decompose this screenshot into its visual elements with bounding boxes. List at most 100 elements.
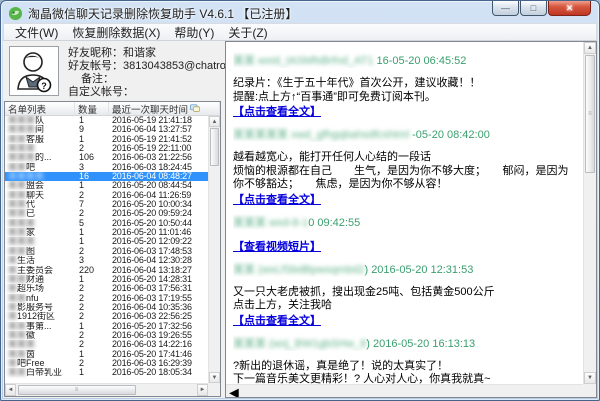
menu-about[interactable]: 关于(Z) [221,23,274,42]
contact-name: 某某事第... [5,322,75,331]
message-header: 某某某 (wxj_BW1gbSHw_8) 2016-05-20 16:13:13 [233,335,576,351]
chat-message: 某某某某某 xwd_gfhgqbahsdfcshtml -05-20 08:42… [233,126,576,207]
column-header-count[interactable]: 数量 [75,102,109,115]
list-row[interactable]: 某某徽22016-06-03 19:26:55 [5,331,208,340]
list-row[interactable]: 某某茵12016-05-20 17:41:46 [5,350,208,359]
contact-list-header: 名单列表 数量 最近一次聊天时间 [5,102,220,116]
nickname-row: 好友昵称：和谐家 [68,47,241,60]
scroll-up-icon[interactable]: ▲ [584,42,596,54]
contact-hscroll-thumb[interactable]: ≡ [18,385,136,395]
close-button[interactable]: ✕ [548,1,591,16]
list-row[interactable]: 某某盟会12016-05-20 08:44:54 [5,181,208,190]
scroll-right-icon[interactable]: ► [197,384,208,396]
list-row[interactable]: 某某某22016-06-03 14:22:16 [5,340,208,349]
scrollbar-corner [583,384,596,397]
custom-account-row: 自定义帐号： [68,86,241,99]
scroll-down-icon[interactable]: ▼ [209,372,220,383]
contact-last-chat-time: 2016-06-03 17:56:31 [109,284,208,293]
contact-vertical-scrollbar[interactable]: ▲ ▼ [208,116,220,383]
chat-horizontal-scrollbar[interactable]: ◄ ≡ ► [226,384,583,397]
contact-name: 某1912街区 [5,312,75,321]
contact-name: 某某家 [5,228,75,237]
app-logo-icon [8,6,23,21]
window-controls: — □ ✕ [491,1,591,16]
list-row[interactable]: 某某吧32016-06-03 18:24:45 [5,163,208,172]
contact-vscroll-thumb[interactable] [210,128,219,166]
contact-last-chat-time: 2016-06-03 18:24:45 [109,163,208,172]
contact-name: 某某nfu [5,294,75,303]
message-header: 某某某 wxd-8-10 09:42:55 [233,214,576,230]
list-row[interactable]: 某某某52016-05-20 10:50:44 [5,219,208,228]
contact-name: 某某徽 [5,331,75,340]
list-row[interactable]: 某某白帝乳业12016-05-20 18:05:34 [5,368,208,377]
list-row[interactable]: 某某事第...12016-05-20 17:32:56 [5,322,208,331]
list-row[interactable]: 某某聊天22016-06-04 11:26:59 [5,191,208,200]
view-full-text-link[interactable]: 【点击查看全文】 [233,314,321,328]
contact-last-chat-time: 2016-05-20 14:28:31 [109,275,208,284]
contact-horizontal-scrollbar[interactable]: ◄ ≡ ► [5,383,208,396]
menu-recover-deleted-data[interactable]: 恢复删除数据(X) [65,23,167,42]
list-row[interactable]: 某1912街区22016-06-03 22:56:25 [5,312,208,321]
list-row[interactable]: 某某代72016-05-20 10:00:34 [5,200,208,209]
contact-last-chat-time: 2016-06-03 17:19:55 [109,294,208,303]
view-full-text-link[interactable]: 【点击查看全文】 [233,193,321,207]
view-full-text-link[interactable]: 【查看视频短片】 [233,240,321,254]
list-row[interactable]: 某某某22016-05-19 22:11:00 [5,144,208,153]
list-row[interactable]: 某某图22016-06-03 17:48:53 [5,247,208,256]
chat-vertical-scrollbar[interactable]: ▲ ≡ ▼ [583,42,596,384]
nickname-value: 和谐家 [123,47,156,59]
list-row[interactable]: 某某某的...1062016-06-03 21:22:56 [5,153,208,162]
chat-vscroll-thumb[interactable]: ≡ [585,55,595,173]
contact-last-chat-time: 2016-05-20 08:44:54 [109,181,208,190]
maximize-button[interactable]: □ [520,1,547,16]
contact-list: 名单列表 数量 最近一次聊天时间 某某某队12016-05-19 21:41:1… [4,101,221,397]
contact-last-chat-time: 2016-06-04 13:27:57 [109,125,208,134]
menu-file[interactable]: 文件(W) [8,23,65,42]
contact-name: 某超乐场 [5,284,75,293]
list-row[interactable]: 某某家12016-05-20 11:01:46 [5,228,208,237]
contact-name: 某某代 [5,200,75,209]
chat-message: 某某某 (wxj_BW1gbSHw_8) 2016-05-20 16:13:13… [233,335,576,385]
list-row[interactable]: 某主委员会2202016-06-04 13:18:27 [5,266,208,275]
scroll-left-icon[interactable]: ◄ [226,385,445,398]
scroll-down-icon[interactable]: ▼ [584,372,596,384]
list-row[interactable]: 某某某间92016-06-04 13:27:57 [5,125,208,134]
contact-last-chat-time: 2016-05-20 10:50:44 [109,219,208,228]
contact-name: 某某已 [5,209,75,218]
contact-name: 某主委员会 [5,266,75,275]
contact-name: 某某聊天 [5,191,75,200]
contact-last-chat-time: 2016-05-20 18:05:34 [109,368,208,377]
contact-name: 某某某队 [5,116,75,125]
contact-last-chat-time: 2016-06-03 17:48:53 [109,247,208,256]
view-full-text-link[interactable]: 【点击查看全文】 [233,105,321,119]
list-row[interactable]: 某影服务号22016-06-04 10:35:36 [5,303,208,312]
list-row[interactable]: 某某客服12016-05-19 21:41:52 [5,135,208,144]
contact-name: 某某某某 [5,172,75,181]
list-row[interactable]: 某某某12016-05-20 12:09:22 [5,237,208,246]
scroll-up-icon[interactable]: ▲ [209,116,220,127]
contact-last-chat-time: 2016-06-03 16:29:39 [109,359,208,368]
list-row[interactable]: 某某财通12016-05-20 14:28:31 [5,275,208,284]
list-row[interactable]: 某生活32016-06-04 12:30:28 [5,256,208,265]
contact-last-chat-time: 2016-05-20 12:09:22 [109,237,208,246]
contact-last-chat-time: 2016-05-19 21:41:52 [109,135,208,144]
chat-pane: 某某 wxid_tASMfsBrfnd_AT1 16-05-20 06:45:5… [225,41,597,398]
scroll-left-icon[interactable]: ◄ [5,384,16,396]
contact-last-chat-time: 2016-06-04 08:48:27 [109,172,208,181]
contact-last-chat-time: 2016-06-03 21:22:56 [109,153,208,162]
chat-message: 某某 wxid_tASMfsBrfnd_AT1 16-05-20 06:45:5… [233,52,576,119]
list-row[interactable]: 某某某某162016-06-04 08:48:27 [5,172,208,181]
list-row[interactable]: 某某nfu22016-06-03 17:19:55 [5,294,208,303]
column-header-name[interactable]: 名单列表 [5,102,75,115]
minimize-button[interactable]: — [492,1,519,16]
menu-help[interactable]: 帮助(Y) [167,23,221,42]
list-row[interactable]: 某超乐场22016-06-03 17:56:31 [5,284,208,293]
contact-name: 某某某 [5,144,75,153]
list-row[interactable]: 某某已22016-05-20 09:59:24 [5,209,208,218]
list-row[interactable]: 某某某队12016-05-19 21:41:18 [5,116,208,125]
svg-text:?: ? [41,81,47,91]
title-bar[interactable]: 淘晶微信聊天记录删除恢复助手 V4.6.1 【已注册】 — □ ✕ [1,1,599,23]
column-header-last-chat-time[interactable]: 最近一次聊天时间 [109,102,220,115]
contact-last-chat-time: 2016-06-03 22:56:25 [109,312,208,321]
list-row[interactable]: 某吧Free22016-06-03 16:29:39 [5,359,208,368]
